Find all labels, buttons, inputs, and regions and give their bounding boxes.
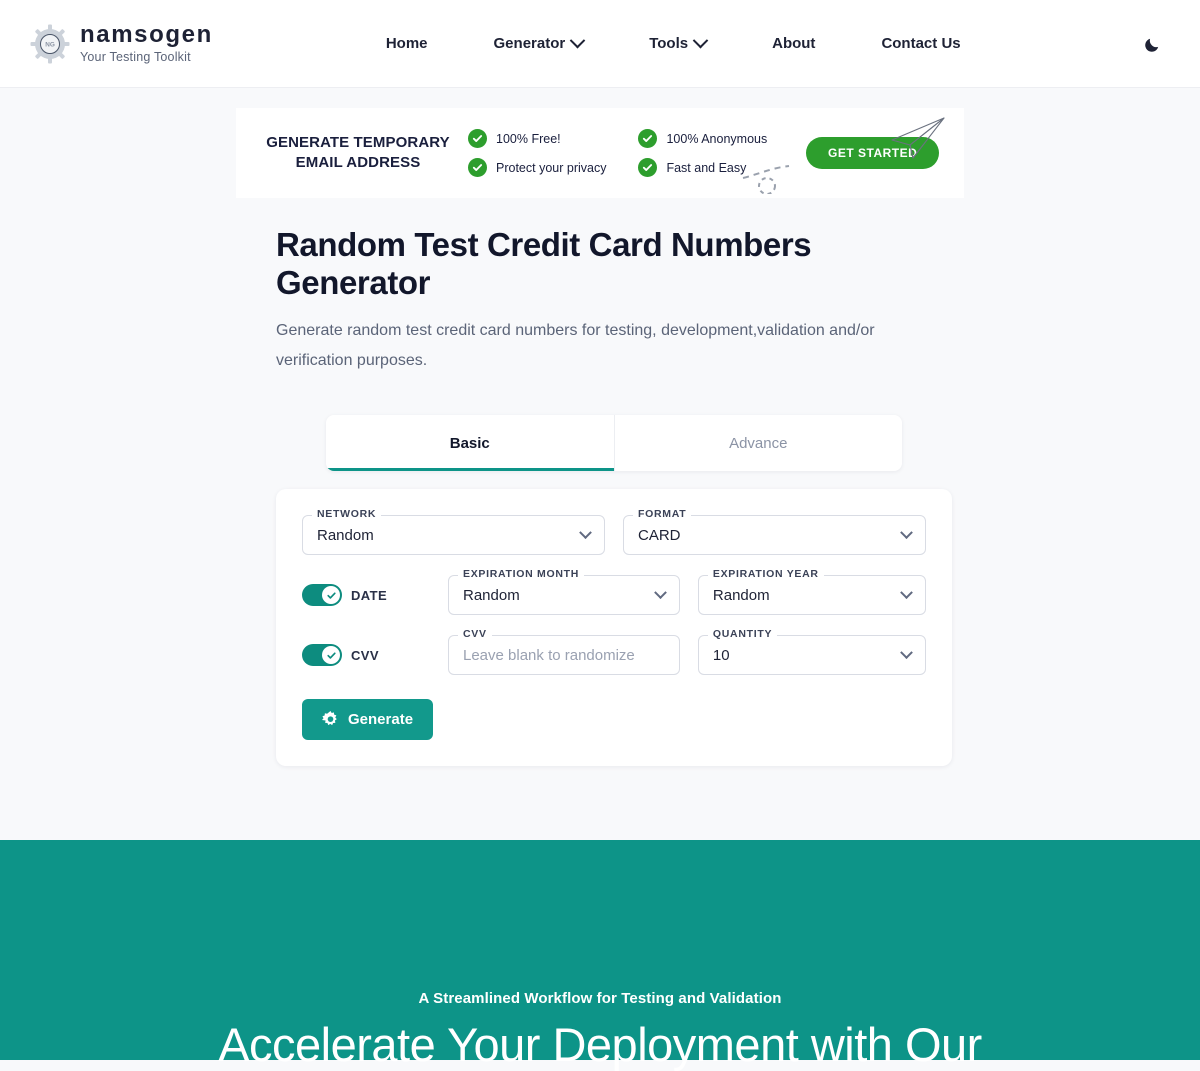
main-navigation: Home Generator Tools About Contact Us [353, 32, 994, 52]
ad-feature-label: Protect your privacy [496, 160, 607, 175]
format-value: CARD [638, 526, 681, 544]
site-header: NG namsogen Your Testing Toolkit Home Ge… [0, 0, 1200, 88]
page-body: GENERATE TEMPORARY EMAIL ADDRESS 100% Fr… [0, 108, 1200, 1070]
page-title: Random Test Credit Card Numbers Generato… [276, 226, 812, 301]
tab-basic[interactable]: Basic [326, 415, 614, 472]
ad-features-column-1: 100% Free! Protect your privacy [468, 129, 606, 177]
ad-title-line2: EMAIL ADDRESS [295, 154, 421, 171]
ad-feature-label: Fast and Easy [666, 160, 747, 175]
nav-item-about[interactable]: About [739, 35, 848, 52]
form-row-network-format: NETWORK Random FORMAT CARD [302, 508, 926, 556]
nav-item-generator[interactable]: Generator [461, 32, 617, 52]
tab-advance[interactable]: Advance [613, 415, 903, 472]
gear-icon [322, 711, 337, 726]
cvv-toggle-label: CVV [351, 647, 379, 663]
ad-title: GENERATE TEMPORARY EMAIL ADDRESS [260, 133, 456, 174]
date-toggle[interactable] [302, 584, 342, 607]
check-icon [326, 652, 336, 659]
moon-icon [1145, 38, 1159, 52]
chevron-down-icon [900, 585, 913, 599]
date-toggle-group: DATE [302, 575, 448, 607]
brand-logo[interactable]: NG namsogen Your Testing Toolkit [30, 23, 213, 64]
ad-feature: 100% Free! [468, 129, 606, 148]
ad-feature: 100% Anonymous [638, 129, 767, 148]
cvv-label: CVV [458, 628, 492, 641]
generate-button-label: Generate [348, 711, 414, 729]
chevron-down-icon [900, 645, 913, 659]
toggle-knob [322, 586, 340, 605]
expiration-year-select[interactable]: EXPIRATION YEAR Random [697, 568, 926, 616]
promo-heading: Accelerate Your Deployment with Our [218, 1018, 982, 1071]
network-value: Random [317, 526, 374, 544]
paper-plane-icon [891, 117, 945, 159]
chevron-down-icon [900, 525, 913, 539]
nav-label: Home [385, 35, 428, 52]
promo-eyebrow: A Streamlined Workflow for Testing and V… [418, 990, 782, 1008]
form-row-expiration: DATE EXPIRATION MONTH Random EXPIRATION … [302, 568, 926, 616]
format-select[interactable]: FORMAT CARD [623, 508, 926, 556]
check-circle-icon [638, 129, 658, 148]
network-select[interactable]: NETWORK Random [302, 508, 605, 556]
gear-logo-icon: NG [30, 24, 70, 63]
check-circle-icon [638, 158, 658, 177]
nav-label: Contact Us [881, 35, 961, 52]
logo-initials: NG [45, 41, 55, 48]
ad-feature: Protect your privacy [468, 158, 606, 177]
advertisement-banner[interactable]: GENERATE TEMPORARY EMAIL ADDRESS 100% Fr… [236, 108, 964, 198]
expiration-month-label: EXPIRATION MONTH [458, 568, 585, 581]
ad-feature-label: 100% Anonymous [666, 131, 768, 146]
content-container: Random Test Credit Card Numbers Generato… [250, 226, 952, 767]
check-icon [326, 592, 336, 599]
nav-item-home[interactable]: Home [353, 35, 461, 52]
chevron-down-icon [569, 32, 586, 49]
quantity-label: QUANTITY [707, 628, 778, 641]
expiration-year-label: EXPIRATION YEAR [707, 568, 824, 581]
cvv-field[interactable]: CVV Leave blank to randomize [448, 628, 680, 676]
form-row-cvv-quantity: CVV CVV Leave blank to randomize QUANTIT… [302, 628, 926, 676]
chevron-down-icon [654, 585, 667, 599]
nav-item-tools[interactable]: Tools [616, 32, 739, 52]
nav-item-contact-us[interactable]: Contact Us [848, 35, 993, 52]
cvv-toggle[interactable] [302, 644, 342, 667]
date-toggle-label: DATE [351, 587, 388, 603]
nav-label: Tools [649, 35, 689, 52]
toggle-knob [322, 646, 340, 665]
check-circle-icon [468, 129, 487, 148]
nav-label: Generator [493, 35, 566, 52]
mode-tabs: Basic Advance [326, 415, 903, 472]
cvv-toggle-group: CVV [302, 635, 448, 667]
expiration-month-select[interactable]: EXPIRATION MONTH Random [448, 568, 680, 616]
ad-title-line1: GENERATE TEMPORARY [266, 133, 450, 151]
format-label: FORMAT [633, 508, 692, 521]
chevron-down-icon [692, 32, 709, 49]
dashed-arrow-decoration [742, 165, 790, 194]
generator-form-card: NETWORK Random FORMAT CARD DATE EXPIRATI… [276, 489, 952, 767]
theme-toggle-button[interactable] [1140, 31, 1166, 57]
cvv-input[interactable]: Leave blank to randomize [463, 647, 635, 664]
network-label: NETWORK [312, 508, 382, 521]
expiration-month-value: Random [463, 586, 520, 604]
ad-feature-label: 100% Free! [496, 131, 561, 146]
generate-button[interactable]: Generate [302, 699, 434, 741]
nav-label: About [772, 35, 816, 52]
brand-tagline: Your Testing Toolkit [80, 50, 191, 65]
quantity-select[interactable]: QUANTITY 10 [697, 628, 926, 676]
expiration-year-value: Random [712, 586, 770, 604]
chevron-down-icon [579, 525, 592, 539]
quantity-value: 10 [712, 646, 730, 664]
check-circle-icon [468, 158, 487, 177]
promo-section: A Streamlined Workflow for Testing and V… [0, 840, 1200, 1070]
brand-name: namsogen [80, 21, 213, 49]
page-subtitle: Generate random test credit card numbers… [276, 322, 875, 369]
